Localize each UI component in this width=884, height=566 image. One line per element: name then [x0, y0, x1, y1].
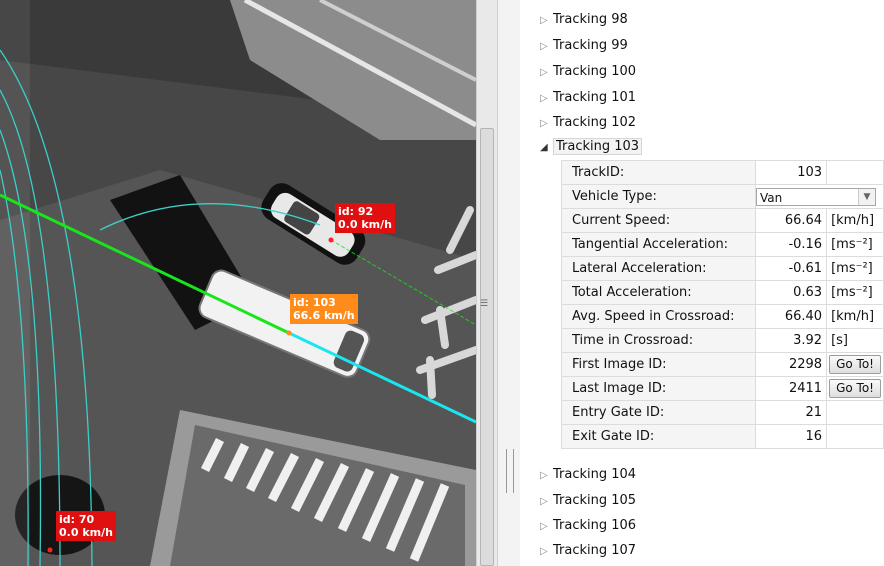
prop-name: Total Acceleration: [561, 280, 756, 305]
prop-name: Time in Crossroad: [561, 328, 756, 353]
goto-first-image-button[interactable]: Go To! [829, 355, 881, 374]
property-row: First Image ID: 2298 Go To! [561, 352, 884, 377]
video-frame[interactable]: id: 92 0.0 km/h id: 103 66.6 km/h id: 70… [0, 0, 476, 566]
triangle-right-icon[interactable]: ▷ [540, 87, 550, 111]
vehicle-type-select[interactable]: Van ▼ [756, 187, 876, 206]
goto-last-image-button[interactable]: Go To! [829, 379, 881, 398]
tree-node-tracking-105[interactable]: ▷ Tracking 105 [540, 489, 636, 513]
prop-name: Vehicle Type: [561, 184, 756, 209]
track-properties-table: TrackID: 103 Vehicle Type: Van ▼ Current … [561, 160, 884, 449]
panel-splitter[interactable] [498, 0, 520, 566]
prop-value: 3.92 [754, 328, 828, 353]
tree-node-tracking-101[interactable]: ▷ Tracking 101 [540, 86, 636, 110]
video-vertical-scrollbar[interactable]: ☰ [476, 0, 498, 566]
prop-value: 66.64 [754, 208, 828, 233]
property-row: Current Speed: 66.64 [km/h] [561, 208, 884, 233]
prop-value: 21 [754, 400, 828, 425]
prop-value: 66.40 [754, 304, 828, 329]
prop-name: Last Image ID: [561, 376, 756, 401]
grip-icon: ☰ [480, 299, 489, 309]
tree-node-tracking-106[interactable]: ▷ Tracking 106 [540, 514, 636, 538]
prop-unit: [s] [826, 328, 884, 353]
tree-node-tracking-99[interactable]: ▷ Tracking 99 [540, 34, 628, 58]
tracking-tree: ▷ Tracking 98 ▷ Tracking 99 ▷ Tracking 100 … [520, 0, 884, 566]
prop-name: Tangential Acceleration: [561, 232, 756, 257]
prop-unit: [km/h] [826, 304, 884, 329]
property-row: Time in Crossroad: 3.92 [s] [561, 328, 884, 353]
prop-unit [826, 160, 884, 185]
scrollbar-thumb[interactable] [480, 128, 494, 566]
property-row: Tangential Acceleration: -0.16 [ms⁻²] [561, 232, 884, 257]
prop-unit: [ms⁻²] [826, 256, 884, 281]
prop-value: 0.63 [754, 280, 828, 305]
prop-name: Current Speed: [561, 208, 756, 233]
prop-unit: [km/h] [826, 208, 884, 233]
triangle-right-icon[interactable]: ▷ [540, 35, 550, 59]
track-label-92: id: 92 0.0 km/h [335, 203, 395, 233]
triangle-right-icon[interactable]: ▷ [540, 9, 550, 33]
splitter-handle-icon[interactable] [506, 449, 514, 493]
goto-cell: Go To! [826, 376, 884, 401]
track-label-103: id: 103 66.6 km/h [290, 294, 358, 324]
triangle-right-icon[interactable]: ▷ [540, 490, 550, 514]
property-row: Entry Gate ID: 21 [561, 400, 884, 425]
vehicle-type-cell: Van ▼ [754, 184, 884, 209]
tree-node-tracking-104[interactable]: ▷ Tracking 104 [540, 463, 636, 487]
property-row: Exit Gate ID: 16 [561, 424, 884, 449]
goto-cell: Go To! [826, 352, 884, 377]
property-row: Avg. Speed in Crossroad: 66.40 [km/h] [561, 304, 884, 329]
triangle-right-icon[interactable]: ▷ [540, 112, 550, 136]
prop-unit [826, 424, 884, 449]
prop-value: 2298 [754, 352, 828, 377]
triangle-right-icon[interactable]: ▷ [540, 464, 550, 488]
property-row: Lateral Acceleration: -0.61 [ms⁻²] [561, 256, 884, 281]
aerial-scene [0, 0, 476, 566]
prop-name: Entry Gate ID: [561, 400, 756, 425]
prop-value: 16 [754, 424, 828, 449]
chevron-down-icon[interactable]: ▼ [857, 188, 875, 205]
property-row: Last Image ID: 2411 Go To! [561, 376, 884, 401]
prop-name: Exit Gate ID: [561, 424, 756, 449]
prop-name: Lateral Acceleration: [561, 256, 756, 281]
prop-name: TrackID: [561, 160, 756, 185]
prop-value: 103 [754, 160, 828, 185]
prop-unit: [ms⁻²] [826, 280, 884, 305]
tree-node-tracking-100[interactable]: ▷ Tracking 100 [540, 60, 636, 84]
track-label-70: id: 70 0.0 km/h [56, 511, 116, 541]
tree-node-tracking-103[interactable]: ◢ Tracking 103 [540, 135, 643, 160]
triangle-right-icon[interactable]: ▷ [540, 540, 550, 564]
prop-name: First Image ID: [561, 352, 756, 377]
prop-value: 2411 [754, 376, 828, 401]
property-row: Vehicle Type: Van ▼ [561, 184, 884, 209]
property-row: Total Acceleration: 0.63 [ms⁻²] [561, 280, 884, 305]
prop-unit: [ms⁻²] [826, 232, 884, 257]
prop-unit [826, 400, 884, 425]
prop-value: -0.16 [754, 232, 828, 257]
prop-value: -0.61 [754, 256, 828, 281]
tree-node-label: Tracking 103 [553, 138, 643, 155]
triangle-right-icon[interactable]: ▷ [540, 61, 550, 85]
triangle-down-icon[interactable]: ◢ [540, 136, 550, 160]
tree-node-tracking-98[interactable]: ▷ Tracking 98 [540, 8, 628, 32]
tree-node-tracking-107[interactable]: ▷ Tracking 107 [540, 539, 636, 563]
property-row: TrackID: 103 [561, 160, 884, 185]
tree-node-tracking-102[interactable]: ▷ Tracking 102 [540, 111, 636, 135]
prop-name: Avg. Speed in Crossroad: [561, 304, 756, 329]
triangle-right-icon[interactable]: ▷ [540, 515, 550, 539]
